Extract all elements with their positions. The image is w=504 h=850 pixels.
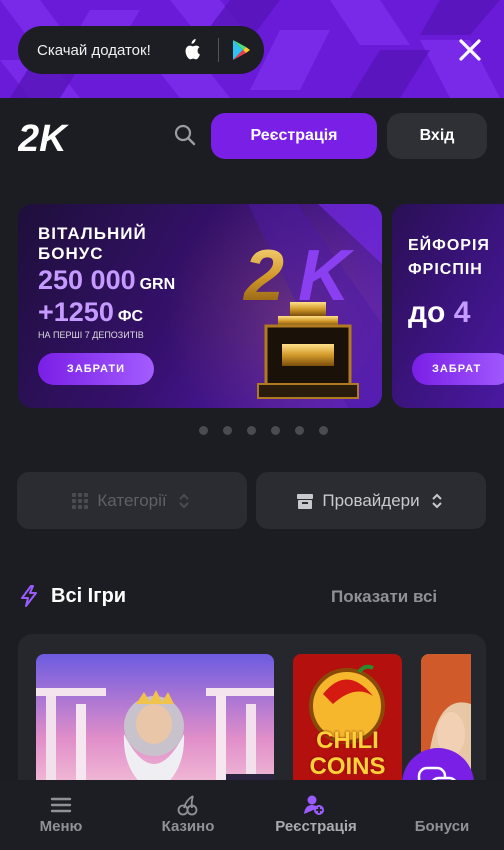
nav-label: Реєстрація <box>275 818 357 835</box>
promo-slide-freespins[interactable]: ЕЙФОРІЯ ФРІСПІН до 4 ЗАБРАТ <box>392 204 504 408</box>
nav-item-register[interactable]: Реєстрація <box>264 780 364 850</box>
bonus-amount-value: 250 000 <box>38 265 136 295</box>
slide-heading: ВІТАЛЬНИЙ БОНУС <box>38 224 147 263</box>
carousel-dot[interactable] <box>247 426 256 435</box>
slide2-value: до 4 <box>408 296 470 330</box>
carousel-dot[interactable] <box>271 426 280 435</box>
add-user-icon <box>304 795 324 815</box>
menu-icon <box>50 797 72 813</box>
chevron-updown-icon <box>178 493 189 508</box>
game-card[interactable] <box>36 654 274 794</box>
bonus-note: НА ПЕРШІ 7 ДЕПОЗИТІВ <box>38 330 144 340</box>
nav-item-menu[interactable]: Меню <box>11 780 111 850</box>
freespins-unit: ФС <box>117 308 144 325</box>
lightning-icon <box>21 585 37 607</box>
login-button[interactable]: Вхід <box>387 113 487 159</box>
bonus-amount-unit: GRN <box>139 276 176 293</box>
providers-label: Провайдери <box>322 490 420 510</box>
carousel-dot[interactable] <box>199 426 208 435</box>
app-promo-bar: Скачай додаток! <box>0 0 504 98</box>
game-card[interactable]: CHILI COINS <box>293 654 402 794</box>
download-app-text: Скачай додаток! <box>37 41 151 59</box>
game-title-line1: CHILI <box>316 727 379 754</box>
svg-text:2: 2 <box>242 236 284 316</box>
carousel-dots <box>199 426 328 435</box>
slide2-heading: ЕЙФОРІЯ ФРІСПІН <box>408 237 490 278</box>
close-icon[interactable] <box>456 36 484 64</box>
divider <box>218 38 219 62</box>
nav-label: Казино <box>161 818 215 835</box>
carousel-dot[interactable] <box>319 426 328 435</box>
claim-freespins-button[interactable]: ЗАБРАТ <box>412 353 504 385</box>
chevron-updown-icon <box>431 493 442 508</box>
game-title-line2: COINS <box>309 753 386 780</box>
cherries-icon <box>177 795 198 816</box>
providers-dropdown[interactable]: Провайдери <box>256 472 486 529</box>
carousel-dot[interactable] <box>223 426 232 435</box>
freespins-value: +1250 <box>38 297 114 327</box>
search-icon[interactable] <box>174 124 196 146</box>
grid-icon <box>72 492 89 509</box>
categories-dropdown[interactable]: Категорії <box>17 472 247 529</box>
nav-label: Бонуси <box>414 818 470 835</box>
game-thumbnail <box>36 654 274 794</box>
archive-icon <box>297 493 314 509</box>
categories-label: Категорії <box>97 490 167 510</box>
bonus-amount: 250 000 GRN <box>38 265 175 296</box>
slide2-value-accent: 4 <box>453 296 471 329</box>
trophy-icon: 2 K <box>242 236 359 399</box>
slide2-value-prefix: до <box>408 296 446 329</box>
register-button[interactable]: Реєстрація <box>211 113 377 159</box>
claim-bonus-button[interactable]: ЗАБРАТИ <box>38 353 154 385</box>
brand-logo[interactable]: 2K <box>18 118 82 154</box>
nav-label: Меню <box>39 818 83 835</box>
promo-slide-welcome-bonus[interactable]: ВІТАЛЬНИЙ БОНУС 250 000 GRN +1250 ФС НА ПЕ… <box>18 204 382 408</box>
download-app-pill[interactable]: Скачай додаток! <box>18 26 264 74</box>
google-play-icon[interactable] <box>231 39 251 61</box>
carousel-dot[interactable] <box>295 426 304 435</box>
freespins-amount: +1250 ФС <box>38 297 143 328</box>
apple-icon[interactable] <box>181 39 201 61</box>
show-all-link[interactable]: Показати всі <box>331 587 437 607</box>
section-title: Всі Ігри <box>51 585 127 607</box>
nav-item-casino[interactable]: Казино <box>138 780 238 850</box>
nav-item-bonuses[interactable]: Бонуси <box>392 780 492 850</box>
bottom-nav: Меню Казино Реєстрація Бонуси <box>0 780 504 850</box>
game-title: CHILI COINS <box>293 728 402 780</box>
